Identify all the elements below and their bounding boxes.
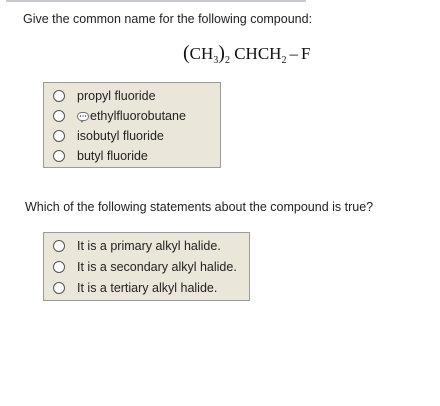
q2-option-secondary[interactable]: It is a secondary alkyl halide. <box>44 256 237 277</box>
formula-dash: – <box>289 44 298 63</box>
q2-option-primary[interactable]: It is a primary alkyl halide. <box>44 235 221 256</box>
q1-option-butyl-fluoride[interactable]: butyl fluoride <box>44 145 148 166</box>
question-1-prompt: Give the common name for the following c… <box>23 12 313 26</box>
radio-button[interactable] <box>53 239 65 252</box>
q1-option-isobutyl-fluoride[interactable]: isobutyl fluoride <box>44 125 164 146</box>
radio-button[interactable] <box>53 149 65 162</box>
option-label: butyl fluoride <box>77 148 148 163</box>
q2-option-tertiary[interactable]: It is a tertiary alkyl halide. <box>44 277 217 298</box>
radio-button[interactable] <box>53 260 65 273</box>
formula-chain: CHCH <box>234 44 282 63</box>
radio-button[interactable] <box>53 129 65 142</box>
question-1-options: propyl fluoride ethylfluorobutane isobut… <box>43 82 221 168</box>
option-label: It is a tertiary alkyl halide. <box>77 280 218 295</box>
option-label: propyl fluoride <box>77 88 156 103</box>
quiz-page: Give the common name for the following c… <box>0 0 440 406</box>
question-2-prompt: Which of the following statements about … <box>25 200 374 214</box>
radio-button[interactable] <box>53 281 65 294</box>
radio-button[interactable] <box>53 109 65 122</box>
comment-icon[interactable] <box>77 111 89 123</box>
formula-paren-subscript: 2 <box>224 55 230 66</box>
q1-option-ethylfluorobutane[interactable]: ethylfluorobutane <box>44 105 186 126</box>
formula-halogen: F <box>300 44 311 63</box>
option-label: It is a secondary alkyl halide. <box>77 259 237 274</box>
top-divider <box>6 0 306 2</box>
option-label: ethylfluorobutane <box>90 108 186 123</box>
option-label-with-icon: ethylfluorobutane <box>77 109 186 123</box>
option-label: It is a primary alkyl halide. <box>77 238 221 253</box>
formula-group: CH <box>189 44 214 63</box>
radio-button[interactable] <box>53 89 65 102</box>
q1-option-propyl-fluoride[interactable]: propyl fluoride <box>44 85 156 106</box>
option-label: isobutyl fluoride <box>77 128 164 143</box>
formula-close-paren: ) <box>218 42 225 64</box>
question-2-options: It is a primary alkyl halide. It is a se… <box>43 232 250 301</box>
formula-open-paren: ( <box>183 42 190 64</box>
compound-formula: (CH3)2 CHCH2– F <box>183 42 310 66</box>
